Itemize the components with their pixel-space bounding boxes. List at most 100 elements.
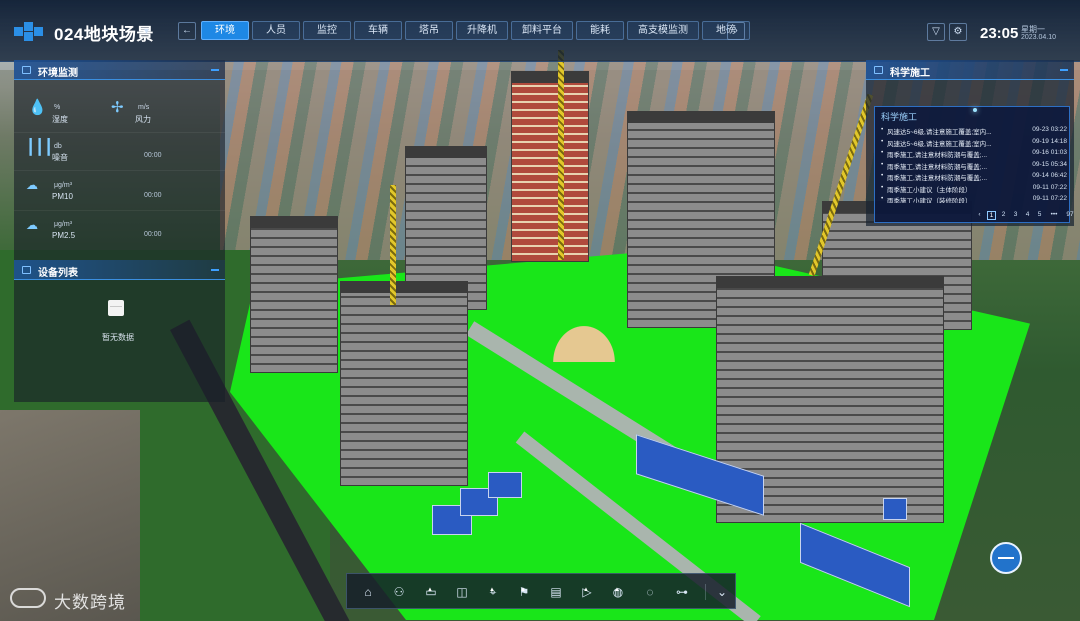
compass-icon[interactable] xyxy=(990,542,1022,574)
location-icon[interactable]: ▲ ⌖ xyxy=(484,583,502,601)
home-icon[interactable]: ⌂ xyxy=(359,583,377,601)
panel-header-icon xyxy=(22,66,31,74)
science-news-title: 科学施工 xyxy=(881,112,918,122)
divider xyxy=(14,170,225,171)
module-tabs: 环境 人员 监控 车辆 塔吊 升降机 卸料平台 能耗 高支模监测 地磅 xyxy=(201,21,750,40)
measure-icon[interactable]: ◌ xyxy=(641,583,659,601)
env-monitor-title: 环境监测 xyxy=(38,68,78,79)
list-item[interactable]: • 雨季施工小建议（主体阶段） 09-11 07:22 xyxy=(881,184,1067,196)
pager-page-2[interactable]: 2 xyxy=(999,211,1008,220)
divider xyxy=(14,210,225,211)
site-shed[interactable] xyxy=(883,498,907,520)
gear-icon[interactable]: ⚙ xyxy=(949,23,967,41)
science-panel-header: 科学施工 xyxy=(866,60,1074,80)
building[interactable] xyxy=(340,281,468,486)
tabs-prev-arrow-icon[interactable]: ← xyxy=(178,22,196,40)
tab-elevator[interactable]: 升降机 xyxy=(456,21,508,40)
pager-page-5[interactable]: 5 xyxy=(1035,211,1044,220)
humidity-unit: % xyxy=(54,104,61,111)
app-logo-icon xyxy=(14,22,44,42)
divider xyxy=(14,132,225,133)
list-item[interactable]: • 雨季施工,请注意材料防潮与覆盖;... 09-15 05:34 xyxy=(881,161,1067,173)
pm25-time: 00:00 xyxy=(144,231,162,238)
building[interactable] xyxy=(250,216,338,373)
divider xyxy=(705,584,706,600)
pager-ellipsis[interactable]: ••• xyxy=(1047,211,1061,220)
chevron-down-icon[interactable]: ▾ xyxy=(144,26,149,37)
tabs-next-arrow-icon[interactable]: › xyxy=(727,22,745,40)
glow-dot-icon xyxy=(973,108,977,112)
pm10-time: 00:00 xyxy=(144,192,162,199)
pagination: ‹ 1 2 3 4 5 ••• 97 › xyxy=(975,211,1080,220)
top-bar: 024地块场景 ▾ ← 环境 人员 监控 车辆 塔吊 升降机 卸料平台 能耗 高… xyxy=(0,0,1080,62)
list-item[interactable]: • 雨季施工小建议（装修阶段） 09-11 07:22 xyxy=(881,195,1067,203)
pager-prev-button[interactable]: ‹ xyxy=(975,211,984,220)
list-item[interactable]: • 风速达5~6级,请注意施工覆盖;室内... 09-19 14:18 xyxy=(881,138,1067,150)
collapse-toolbar-icon[interactable]: ⌄ xyxy=(713,583,731,601)
flag-icon[interactable]: ▲ ⚑ xyxy=(515,583,533,601)
device-list-title: 设备列表 xyxy=(38,268,78,279)
tower-crane[interactable] xyxy=(390,185,396,305)
site-shed[interactable] xyxy=(488,472,522,498)
layers-icon[interactable]: ▲ ▭ xyxy=(422,583,440,601)
tab-unloading-platform[interactable]: 卸料平台 xyxy=(511,21,573,40)
tab-tower-crane[interactable]: 塔吊 xyxy=(405,21,453,40)
clock-time: 23:05 xyxy=(980,25,1019,42)
pm-icon: ☁ xyxy=(26,178,38,192)
pager-page-4[interactable]: 4 xyxy=(1023,211,1032,220)
list-item[interactable]: • 雨季施工,请注意材料防潮与覆盖;... 09-16 01:03 xyxy=(881,149,1067,161)
noise-time: 00:00 xyxy=(144,152,162,159)
list-item[interactable]: • 雨季施工,请注意材料防潮与覆盖;... 09-14 06:42 xyxy=(881,172,1067,184)
pm25-label: PM2.5 xyxy=(52,231,76,240)
panel-header-icon xyxy=(22,266,31,274)
pm-icon: ☁ xyxy=(26,218,38,232)
device-list-empty-text: 暂无数据 xyxy=(102,333,134,342)
building-under-construction[interactable] xyxy=(511,71,589,262)
env-monitor-header: 环境监测 xyxy=(14,60,225,80)
watermark-text: 大数跨境 xyxy=(54,593,126,612)
science-panel-title: 科学施工 xyxy=(890,68,930,79)
list-item[interactable]: • 风速达5~6级,请注意施工覆盖;室内... 09-23 03:22 xyxy=(881,126,1067,138)
tab-environment[interactable]: 环境 xyxy=(201,21,249,40)
wind-unit: m/s xyxy=(138,104,150,111)
pager-page-3[interactable]: 3 xyxy=(1011,211,1020,220)
humidity-icon: 💧 xyxy=(28,99,47,116)
tower-crane[interactable] xyxy=(558,50,564,260)
globe-icon[interactable]: ▲ ◍ xyxy=(609,583,627,601)
tab-monitoring[interactable]: 监控 xyxy=(303,21,351,40)
pager-page-1[interactable]: 1 xyxy=(987,211,996,220)
tab-formwork-monitoring[interactable]: 高支模监测 xyxy=(627,21,699,40)
play-icon[interactable]: ▲ ▷ xyxy=(578,583,596,601)
wind-label: 风力 xyxy=(135,115,151,124)
science-news-box: 科学施工 • 风速达5~6级,请注意施工覆盖;室内... 09-23 03:22 •… xyxy=(874,106,1074,223)
tab-vehicles[interactable]: 车辆 xyxy=(354,21,402,40)
collapse-dash-icon[interactable] xyxy=(211,269,219,271)
split-icon[interactable]: ◫ xyxy=(453,583,471,601)
left-panel: 环境监测 💧 % 湿度 ✢ m/s 风力 ┃┃┃ db 噪音 00:00 ☁ μ… xyxy=(14,60,225,402)
pm25-unit: μg/m³ xyxy=(54,221,73,228)
chart-icon[interactable]: ▤ xyxy=(547,583,565,601)
device-list-header: 设备列表 xyxy=(14,260,225,280)
panel-header-icon xyxy=(874,66,883,74)
settings-sliders-icon[interactable]: ⊶ xyxy=(673,583,691,601)
collapse-dash-icon[interactable] xyxy=(1060,69,1068,71)
tab-personnel[interactable]: 人员 xyxy=(252,21,300,40)
collapse-dash-icon[interactable] xyxy=(211,69,219,71)
watermark-logo-icon xyxy=(10,588,46,608)
empty-box-icon xyxy=(108,300,124,316)
bottom-toolbar: ⌂ ⚇ ▲ ▭ ◫ ▲ ⌖ ▲ ⚑ ▤ ▲ ▷ ▲ ◍ ◌ ⊶ ⌄ xyxy=(346,573,736,609)
clock-date: 2023.04.10 xyxy=(1021,34,1057,41)
project-title[interactable]: 024地块场景 xyxy=(54,20,154,45)
network-icon[interactable]: ⚇ xyxy=(390,583,408,601)
pm10-label: PM10 xyxy=(52,192,73,201)
science-construction-panel: 科学施工 科学施工 • 风速达5~6级,请注意施工覆盖;室内... 09-23 03… xyxy=(866,60,1074,226)
sand-pile xyxy=(548,320,620,362)
filter-icon[interactable]: ▽ xyxy=(927,23,945,41)
noise-icon: ┃┃┃ xyxy=(26,139,54,156)
noise-unit: db xyxy=(54,143,62,150)
pm10-unit: μg/m³ xyxy=(54,182,73,189)
pager-page-last[interactable]: 97 xyxy=(1064,211,1076,220)
tab-energy[interactable]: 能耗 xyxy=(576,21,624,40)
noise-label: 噪音 xyxy=(52,153,68,162)
fan-icon: ✢ xyxy=(111,99,124,116)
